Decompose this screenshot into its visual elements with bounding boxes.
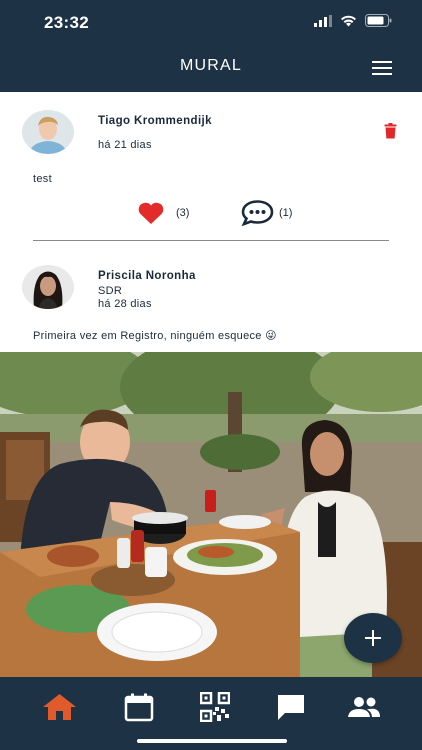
battery-icon	[365, 14, 392, 27]
add-post-button[interactable]	[344, 613, 402, 663]
people-icon	[348, 697, 380, 717]
post-text: Primeira vez em Registro, ninguém esquec…	[33, 330, 277, 342]
heart-icon[interactable]	[137, 201, 165, 225]
post-time: há 21 dias	[98, 139, 152, 151]
post-author[interactable]: Tiago Krommendijk	[98, 115, 212, 127]
wifi-icon	[341, 15, 356, 26]
post-card: Priscila Noronha SDR há 28 dias Primeira…	[0, 242, 422, 677]
tab-chat[interactable]	[271, 691, 311, 723]
comment-icon[interactable]	[241, 199, 274, 226]
post-card: Tiago Krommendijk há 21 dias test (3) (1…	[0, 92, 422, 242]
page-title: MURAL	[179, 57, 242, 74]
post-text: test	[33, 173, 52, 185]
tab-home[interactable]	[39, 691, 79, 723]
avatar[interactable]	[22, 265, 74, 309]
avatar[interactable]	[22, 110, 74, 154]
post-role: SDR	[98, 285, 123, 297]
trash-icon[interactable]	[384, 123, 397, 139]
tab-qr-code[interactable]	[195, 691, 235, 723]
post-time: há 28 dias	[98, 298, 152, 310]
post-divider	[33, 240, 389, 241]
plus-icon	[365, 630, 381, 646]
home-icon	[42, 694, 76, 720]
app-header: 23:32 MURAL	[0, 0, 422, 92]
status-time: 23:32	[44, 13, 89, 32]
feed[interactable]: Tiago Krommendijk há 21 dias test (3) (1…	[0, 92, 422, 677]
post-author[interactable]: Priscila Noronha	[98, 270, 196, 282]
home-indicator	[137, 739, 287, 743]
like-count: (3)	[176, 207, 190, 219]
hamburger-menu-icon[interactable]	[372, 60, 394, 76]
tab-people[interactable]	[344, 691, 384, 723]
qr-code-icon	[200, 692, 230, 722]
status-icons	[314, 14, 392, 27]
calendar-icon	[124, 693, 154, 721]
tab-calendar[interactable]	[119, 691, 159, 723]
comment-count: (1)	[279, 207, 293, 219]
chat-icon	[278, 695, 304, 720]
signal-icon	[314, 14, 332, 27]
